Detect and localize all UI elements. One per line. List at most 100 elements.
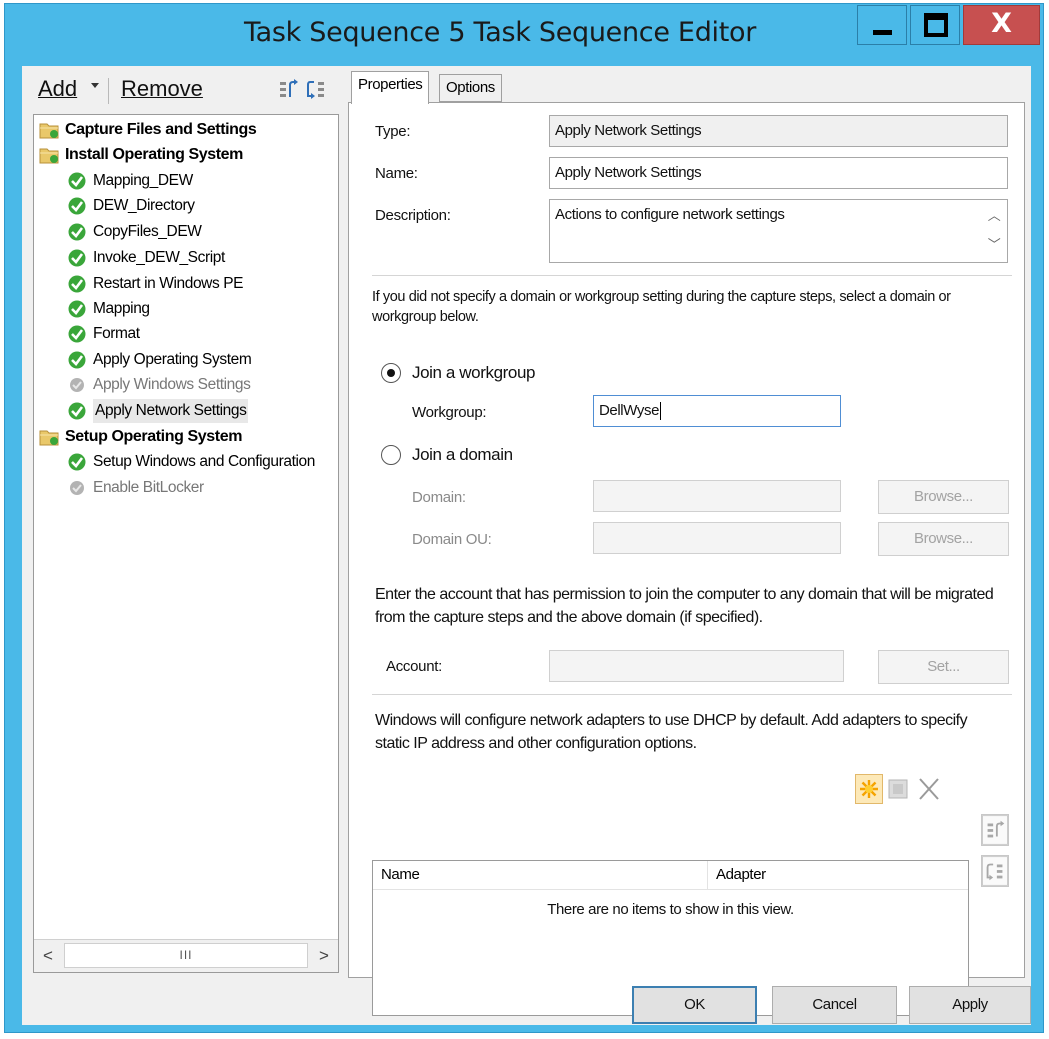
type-label: Type: — [375, 123, 411, 140]
scroll-left-icon[interactable]: < — [34, 940, 62, 971]
browse-domain-button: Browse... — [878, 480, 1009, 514]
description-label: Description: — [375, 207, 451, 224]
check-icon — [68, 300, 86, 318]
domain-ou-field — [593, 522, 841, 554]
check-icon — [68, 453, 86, 471]
set-account-button: Set... — [878, 650, 1009, 684]
move-adapter-down-icon — [981, 855, 1009, 887]
account-help-text: Enter the account that has permission to… — [375, 586, 994, 626]
cancel-button[interactable]: Cancel — [772, 986, 897, 1024]
tree-step-label: Mapping_DEW — [93, 172, 193, 189]
maximize-button[interactable] — [910, 5, 960, 45]
column-header-adapter[interactable]: Adapter — [708, 861, 766, 889]
join-workgroup-radio[interactable] — [381, 363, 401, 383]
folder-icon — [39, 148, 59, 164]
close-button[interactable]: X — [963, 5, 1040, 45]
horizontal-scrollbar[interactable]: < III > — [34, 939, 338, 972]
minimize-button[interactable] — [857, 5, 907, 45]
check-icon — [68, 402, 86, 420]
tree-step-label: CopyFiles_DEW — [93, 223, 202, 240]
domain-label: Domain: — [412, 489, 466, 506]
browse-ou-button: Browse... — [878, 522, 1009, 556]
remove-label: Remove — [121, 76, 203, 101]
apply-button[interactable]: Apply — [909, 986, 1031, 1024]
move-adapter-up-icon — [981, 814, 1009, 846]
maximize-icon — [924, 13, 948, 37]
window-title: Task Sequence 5 Task Sequence Editor — [243, 17, 757, 48]
name-label-text: Name: — [375, 165, 418, 182]
tree-step-label: Setup Windows and Configuration — [93, 453, 315, 470]
tree-step-label: Enable BitLocker — [93, 479, 204, 496]
name-field[interactable]: Apply Network Settings — [549, 157, 1008, 189]
minimize-icon — [873, 30, 892, 35]
check-icon — [68, 275, 86, 293]
account-field — [549, 650, 844, 682]
text-cursor — [660, 402, 662, 421]
add-label: Add — [38, 76, 78, 101]
tree-step-label: Apply Operating System — [93, 351, 252, 368]
properties-adapter-icon — [888, 779, 908, 799]
radio-selected-dot — [387, 369, 395, 377]
remove-button[interactable]: Remove — [121, 76, 203, 102]
folder-icon — [39, 123, 59, 139]
editor-window: Task Sequence 5 Task Sequence Editor X A… — [4, 3, 1044, 1033]
adapters-help-text: Windows will configure network adapters … — [375, 712, 968, 752]
adapters-list-header: Name Adapter — [373, 861, 968, 890]
chevron-down-icon[interactable]: ﹀ — [982, 230, 1006, 259]
check-icon — [68, 172, 86, 190]
tree-group-label: Setup Operating System — [65, 428, 243, 445]
client-area: Add Remove Capture Files and Settings In… — [22, 66, 1031, 1025]
check-icon — [68, 249, 86, 267]
sequence-tree[interactable]: Capture Files and Settings Install Opera… — [33, 114, 339, 973]
tree-group-label: Install Operating System — [65, 146, 244, 163]
disabled-step-icon — [70, 481, 84, 495]
description-text: Actions to configure network settings — [555, 206, 785, 223]
delete-adapter-icon — [919, 778, 939, 800]
tab-options[interactable]: Options — [439, 74, 502, 102]
divider — [372, 275, 1012, 276]
tree-step-label: Apply Windows Settings — [93, 376, 251, 393]
join-workgroup-label[interactable]: Join a workgroup — [412, 363, 535, 383]
join-domain-label[interactable]: Join a domain — [412, 445, 513, 465]
check-icon — [68, 223, 86, 241]
description-scrollbar[interactable]: ︿ ﹀ — [982, 201, 1006, 261]
scroll-thumb[interactable]: III — [64, 943, 308, 968]
column-header-name[interactable]: Name — [373, 861, 708, 889]
scroll-right-icon[interactable]: > — [310, 940, 338, 971]
chevron-down-icon — [91, 83, 99, 88]
tree-step-label: Mapping — [93, 300, 150, 317]
ok-button[interactable]: OK — [632, 986, 757, 1024]
tree-step-label: Invoke_DEW_Script — [93, 249, 225, 266]
tree-group-label: Capture Files and Settings — [65, 121, 257, 138]
title-bar[interactable]: Task Sequence 5 Task Sequence Editor X — [5, 4, 1045, 66]
properties-panel: Type: Apply Network Settings Name: Apply… — [348, 102, 1025, 1016]
move-up-icon[interactable] — [279, 79, 299, 101]
name-label: Name: — [375, 165, 418, 182]
tree-step-label: Apply Network Settings — [93, 399, 249, 423]
tree-step-label: Restart in Windows PE — [93, 275, 244, 292]
account-label: Account: — [386, 658, 442, 675]
add-adapter-icon[interactable] — [855, 774, 883, 804]
move-down-icon[interactable] — [306, 79, 326, 101]
workgroup-label: Workgroup: — [412, 404, 487, 421]
domain-ou-label: Domain OU: — [412, 531, 492, 548]
empty-list-message: There are no items to show in this view. — [547, 901, 794, 918]
sequence-toolbar: Add Remove — [22, 66, 346, 112]
disabled-step-icon — [70, 378, 84, 392]
domain-field — [593, 480, 841, 512]
workgroup-field[interactable]: DellWyse — [593, 395, 841, 427]
join-domain-radio[interactable] — [381, 445, 401, 465]
add-menu-button[interactable]: Add — [38, 76, 77, 102]
check-icon — [68, 197, 86, 215]
tree-step-label: Format — [93, 325, 140, 342]
check-icon — [68, 325, 86, 343]
type-field: Apply Network Settings — [549, 115, 1008, 147]
chevron-up-icon[interactable]: ︿ — [982, 201, 1006, 230]
divider — [372, 694, 1012, 695]
description-field[interactable]: Actions to configure network settings ︿ … — [549, 199, 1008, 263]
close-icon: X — [991, 8, 1012, 39]
folder-icon — [39, 430, 59, 446]
tree-step-label: DEW_Directory — [93, 197, 195, 214]
domain-help-text: If you did not specify a domain or workg… — [372, 289, 951, 325]
tab-properties[interactable]: Properties — [351, 71, 430, 104]
